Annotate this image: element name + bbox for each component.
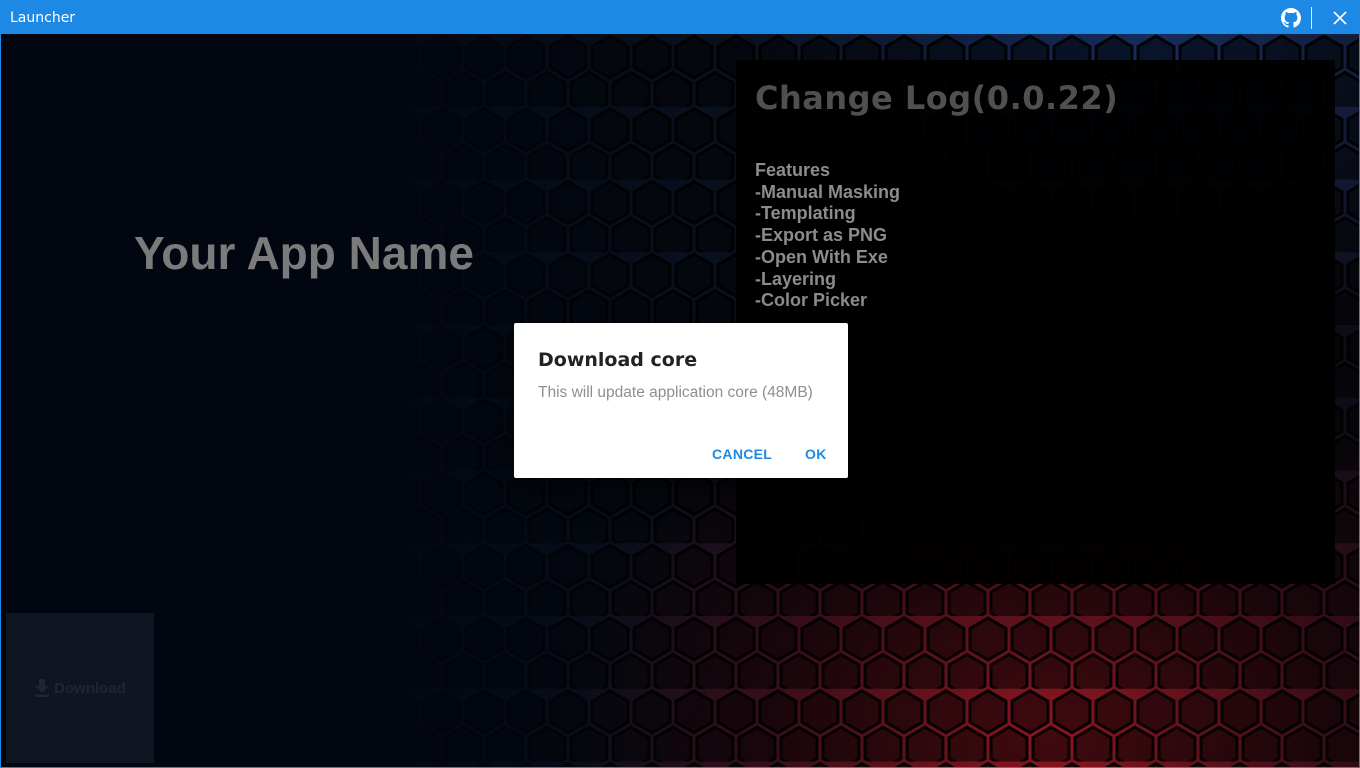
launcher-window: Launcher Your App Name Download Change L… bbox=[0, 0, 1360, 768]
cancel-button[interactable]: CANCEL bbox=[712, 446, 772, 462]
title-bar: Launcher bbox=[1, 1, 1359, 34]
download-core-dialog: Download core This will update applicati… bbox=[514, 323, 848, 478]
close-icon bbox=[1333, 11, 1347, 25]
github-button[interactable] bbox=[1278, 5, 1304, 31]
launcher-content: Your App Name Download Change Log(0.0.22… bbox=[1, 34, 1359, 767]
close-button[interactable] bbox=[1327, 5, 1353, 31]
dialog-message: This will update application core (48MB) bbox=[538, 384, 813, 401]
window-title: Launcher bbox=[10, 10, 76, 26]
github-icon bbox=[1281, 8, 1301, 28]
ok-button[interactable]: OK bbox=[805, 446, 827, 462]
dialog-title: Download core bbox=[538, 349, 698, 371]
titlebar-separator bbox=[1311, 7, 1312, 29]
